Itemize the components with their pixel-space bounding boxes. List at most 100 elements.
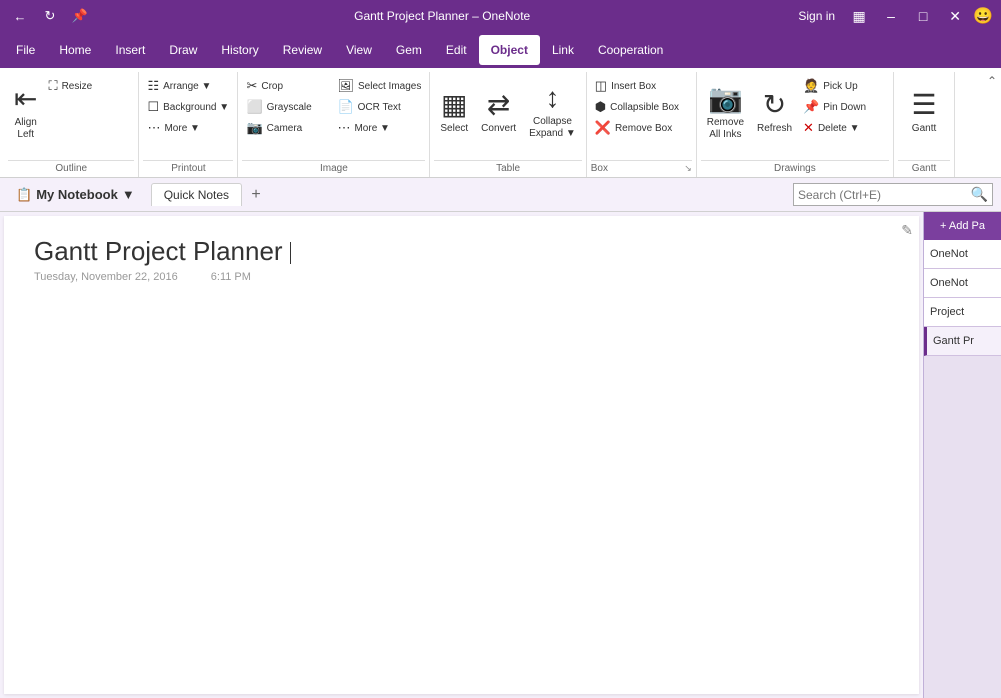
printout-more-button[interactable]: ⋯ More ▼ — [143, 118, 233, 138]
ribbon-content: ⇤ AlignLeft ⛶ Resize Outline ☷ Arrang — [4, 72, 997, 177]
menu-edit[interactable]: Edit — [434, 35, 479, 65]
tab-add-button[interactable]: + — [244, 183, 268, 207]
close-button[interactable]: ✕ — [941, 2, 969, 30]
remove-box-button[interactable]: ❌ Remove Box — [591, 118, 683, 138]
select-icon: ▦ — [441, 88, 467, 121]
sign-in-button[interactable]: Sign in — [792, 7, 841, 25]
collapsible-box-button[interactable]: ⬢ Collapsible Box — [591, 97, 683, 117]
collapse-icon: ↕ — [545, 82, 559, 114]
ribbon-collapse-button[interactable]: ⌃ — [987, 74, 997, 88]
ocr-text-button[interactable]: 📄 OCR Text — [333, 97, 425, 117]
restore-window-button[interactable]: ▦ — [845, 2, 873, 30]
insert-box-button[interactable]: ◫ Insert Box — [591, 76, 683, 96]
notebook-selector[interactable]: 📋 My Notebook ▼ — [8, 183, 143, 207]
pick-up-icon: 🤵 — [803, 78, 819, 94]
select-images-button[interactable]: 🖼 Select Images — [333, 76, 425, 96]
page-edit-button[interactable]: ✎ — [899, 220, 915, 241]
table-label: Table — [434, 160, 581, 177]
ribbon-group-gantt: ☰ Gantt Gantt — [894, 72, 955, 177]
sidebar-page-3[interactable]: Project — [924, 298, 1001, 327]
notebook-icon: 📋 — [16, 187, 32, 203]
menu-view[interactable]: View — [334, 35, 384, 65]
image-more-button[interactable]: ⋯ More ▼ — [333, 118, 425, 138]
maximize-button[interactable]: □ — [909, 2, 937, 30]
menu-object[interactable]: Object — [479, 35, 540, 65]
delete-icon: ✕ — [803, 120, 814, 136]
sidebar-page-1[interactable]: OneNot — [924, 240, 1001, 269]
box-expand-icon[interactable]: ↘ — [684, 163, 692, 174]
collapsible-box-icon: ⬢ — [595, 99, 606, 115]
menu-insert[interactable]: Insert — [103, 35, 157, 65]
app-title: Gantt Project Planner – OneNote — [92, 9, 792, 23]
image-buttons: ✂ Crop ⬜ Grayscale 📷 Camera 🖼 — [242, 76, 425, 158]
back-button[interactable]: ← — [8, 4, 32, 28]
tab-quick-notes[interactable]: Quick Notes — [151, 183, 242, 206]
grayscale-button[interactable]: ⬜ Grayscale — [242, 97, 332, 117]
pin-down-button[interactable]: 📌 Pin Down — [799, 97, 889, 117]
camera-icon: 📷 — [246, 120, 262, 136]
collapse-expand-button[interactable]: ↕ CollapseExpand ▼ — [523, 76, 582, 146]
menu-history[interactable]: History — [209, 35, 270, 65]
align-left-icon: ⇤ — [14, 82, 37, 115]
camera-button[interactable]: 📷 Camera — [242, 118, 332, 138]
ribbon-group-table: ▦ Select ⇄ Convert ↕ CollapseExpand ▼ Ta… — [430, 72, 586, 177]
remove-all-inks-button[interactable]: 📷 RemoveAll Inks — [701, 76, 750, 146]
menu-link[interactable]: Link — [540, 35, 586, 65]
menu-draw[interactable]: Draw — [157, 35, 209, 65]
title-bar-left: ← ↻ 📌 — [8, 4, 92, 28]
menu-cooperation[interactable]: Cooperation — [586, 35, 675, 65]
refresh-button[interactable]: ↻ Refresh — [751, 76, 798, 146]
title-bar: ← ↻ 📌 Gantt Project Planner – OneNote Si… — [0, 0, 1001, 32]
ribbon-group-outline: ⇤ AlignLeft ⛶ Resize Outline — [4, 72, 139, 177]
gantt-label: Gantt — [898, 160, 950, 177]
menu-file[interactable]: File — [4, 35, 47, 65]
align-left-button[interactable]: ⇤ AlignLeft — [8, 76, 43, 146]
menu-bar: File Home Insert Draw History Review Vie… — [0, 32, 1001, 68]
grayscale-icon: ⬜ — [246, 99, 262, 115]
remove-box-icon: ❌ — [595, 120, 611, 136]
title-bar-right: Sign in ▦ – □ ✕ 😀 — [792, 2, 993, 30]
search-input[interactable] — [798, 188, 971, 202]
convert-button[interactable]: ⇄ Convert — [475, 76, 522, 146]
add-page-button[interactable]: + Add Pa — [924, 212, 1001, 240]
sidebar-page-4[interactable]: Gantt Pr — [924, 327, 1001, 356]
select-button[interactable]: ▦ Select — [434, 76, 474, 146]
resize-button[interactable]: ⛶ Resize — [44, 76, 134, 96]
refresh-icon: ↻ — [763, 88, 786, 121]
background-button[interactable]: ☐ Background ▼ — [143, 97, 233, 117]
sidebar-page-2[interactable]: OneNot — [924, 269, 1001, 298]
pick-up-button[interactable]: 🤵 Pick Up — [799, 76, 889, 96]
crop-icon: ✂ — [246, 78, 257, 94]
notebook-bar: 📋 My Notebook ▼ Quick Notes + 🔍 — [0, 178, 1001, 212]
background-icon: ☐ — [147, 99, 159, 115]
image-col2: 🖼 Select Images 📄 OCR Text ⋯ More ▼ — [333, 76, 425, 138]
arrange-icon: ☷ — [147, 78, 159, 94]
insert-box-icon: ◫ — [595, 78, 607, 94]
arrange-button[interactable]: ☷ Arrange ▼ — [143, 76, 233, 96]
notebook-name: My Notebook — [36, 187, 118, 202]
table-buttons: ▦ Select ⇄ Convert ↕ CollapseExpand ▼ — [434, 76, 581, 158]
forward-button[interactable]: ↻ — [38, 4, 62, 28]
more2-icon: ⋯ — [337, 120, 350, 136]
gantt-button[interactable]: ☰ Gantt — [898, 76, 950, 146]
remove-inks-icon: 📷 — [708, 82, 743, 115]
outline-label: Outline — [8, 160, 134, 177]
main-content: ✎ Gantt Project Planner Tuesday, Novembe… — [4, 216, 919, 694]
menu-home[interactable]: Home — [47, 35, 103, 65]
select-images-icon: 🖼 — [337, 78, 354, 94]
pin-button[interactable]: 📌 — [68, 4, 92, 28]
printout-buttons: ☷ Arrange ▼ ☐ Background ▼ ⋯ More ▼ — [143, 76, 233, 158]
minimize-button[interactable]: – — [877, 2, 905, 30]
drawings-label: Drawings — [701, 160, 889, 177]
convert-icon: ⇄ — [487, 88, 510, 121]
menu-review[interactable]: Review — [271, 35, 334, 65]
search-button[interactable]: 🔍 — [971, 186, 988, 203]
ocr-icon: 📄 — [337, 99, 353, 115]
printout-label: Printout — [143, 160, 233, 177]
menu-gem[interactable]: Gem — [384, 35, 434, 65]
delete-button[interactable]: ✕ Delete ▼ — [799, 118, 889, 138]
page-title: Gantt Project Planner — [34, 236, 889, 267]
resize-icon: ⛶ — [48, 78, 57, 94]
gantt-icon: ☰ — [911, 88, 936, 121]
crop-button[interactable]: ✂ Crop — [242, 76, 332, 96]
